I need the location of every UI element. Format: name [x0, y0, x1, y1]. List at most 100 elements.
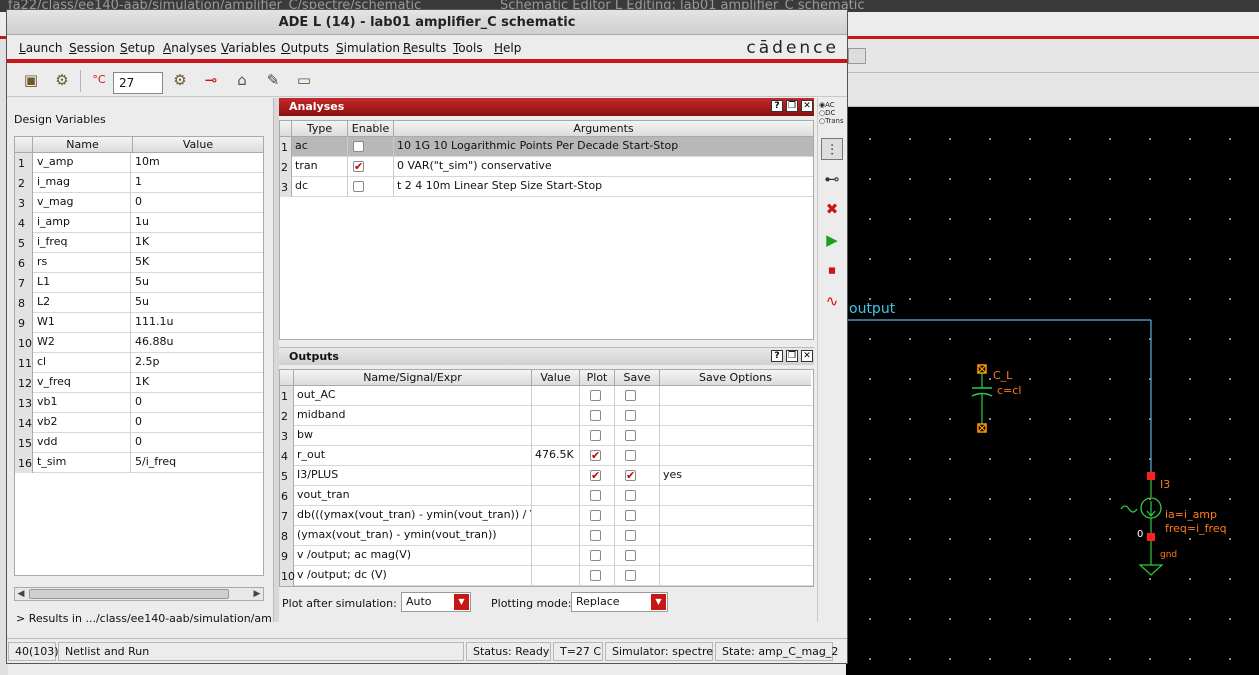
save-checkbox[interactable]: ✔ [625, 470, 636, 481]
plot-after-select[interactable]: Auto ▼ [401, 592, 471, 612]
plot-checkbox[interactable]: ✔ [590, 450, 601, 461]
table-row[interactable]: 2 midband [280, 406, 813, 426]
output-name[interactable]: r_out [294, 446, 532, 466]
header-save[interactable]: Save [615, 370, 660, 386]
table-row[interactable]: 4 r_out 476.5K ✔ [280, 446, 813, 466]
variable-value[interactable]: 1 [135, 173, 263, 193]
scroll-left-icon[interactable]: ◀ [15, 588, 27, 600]
variable-name[interactable]: W1 [37, 313, 131, 333]
menu-launch[interactable]: Launch [19, 41, 62, 55]
save-options[interactable] [660, 406, 811, 426]
table-row[interactable]: 1 ac 10 1G 10 Logarithmic Points Per Decad… [280, 137, 813, 157]
save-options[interactable] [660, 386, 811, 406]
edit-icon[interactable]: ✎ [263, 70, 283, 90]
variable-name[interactable]: t_sim [37, 453, 131, 473]
output-name[interactable]: I3/PLUS [294, 466, 532, 486]
tune-icon[interactable]: ⫶ [821, 138, 843, 160]
save-options[interactable] [660, 446, 811, 466]
menu-session[interactable]: Session [69, 41, 115, 55]
header-type[interactable]: Type [292, 121, 348, 137]
analysis-type[interactable]: tran [292, 157, 348, 177]
plot-checkbox[interactable] [590, 390, 601, 401]
table-row[interactable]: 15 vdd 0 [15, 433, 263, 453]
header-name-signal-expr[interactable]: Name/Signal/Expr [294, 370, 532, 386]
variable-name[interactable]: W2 [37, 333, 131, 353]
header-value[interactable]: Value [532, 370, 580, 386]
table-row[interactable]: 2 i_mag 1 [15, 173, 263, 193]
table-row[interactable]: 14 vb2 0 [15, 413, 263, 433]
output-name[interactable]: v /output; dc (V) [294, 566, 532, 586]
scrollbar-thumb[interactable] [29, 589, 229, 599]
output-name[interactable]: midband [294, 406, 532, 426]
help-icon[interactable]: ? [771, 100, 783, 112]
analysis-arguments[interactable]: 10 1G 10 Logarithmic Points Per Decade S… [394, 137, 813, 157]
output-name[interactable]: v /output; ac mag(V) [294, 546, 532, 566]
table-row[interactable]: 4 i_amp 1u [15, 213, 263, 233]
menu-outputs[interactable]: Outputs [281, 41, 329, 55]
table-row[interactable]: 5 i_freq 1K [15, 233, 263, 253]
analysis-type[interactable]: dc [292, 177, 348, 197]
variable-name[interactable]: i_amp [37, 213, 131, 233]
close-icon[interactable]: ✕ [801, 100, 813, 112]
float-icon[interactable]: ❐ [786, 100, 798, 112]
header-enable[interactable]: Enable [348, 121, 394, 137]
output-name[interactable]: db(((ymax(vout_tran) - ymin(vout_tran)) … [294, 506, 532, 526]
plot-checkbox[interactable] [590, 430, 601, 441]
analysis-arguments[interactable]: 0 VAR("t_sim") conservative [394, 157, 813, 177]
save-options[interactable] [660, 566, 811, 586]
save-options[interactable]: yes [660, 466, 811, 486]
variable-value[interactable]: 5K [135, 253, 263, 273]
close-icon[interactable]: ✕ [801, 350, 813, 362]
plot-checkbox[interactable] [590, 570, 601, 581]
table-row[interactable]: 11 cl 2.5p [15, 353, 263, 373]
plot-checkbox[interactable] [590, 530, 601, 541]
save-options[interactable] [660, 426, 811, 446]
menu-variables[interactable]: Variables [221, 41, 276, 55]
header-save-options[interactable]: Save Options [660, 370, 811, 386]
save-checkbox[interactable] [625, 450, 636, 461]
save-checkbox[interactable] [625, 410, 636, 421]
variable-value[interactable]: 1K [135, 373, 263, 393]
variable-name[interactable]: L1 [37, 273, 131, 293]
stop-icon[interactable]: ⏹ [821, 259, 843, 281]
analysis-arguments[interactable]: t 2 4 10m Linear Step Size Start-Stop [394, 177, 813, 197]
variable-name[interactable]: v_amp [37, 153, 131, 173]
variable-value[interactable]: 0 [135, 413, 263, 433]
save-checkbox[interactable] [625, 390, 636, 401]
table-row[interactable]: 3 dc t 2 4 10m Linear Step Size Start-Stop [280, 177, 813, 197]
table-row[interactable]: 8 L2 5u [15, 293, 263, 313]
table-row[interactable]: 6 rs 5K [15, 253, 263, 273]
float-icon[interactable]: ❐ [786, 350, 798, 362]
plot-checkbox[interactable] [590, 410, 601, 421]
stimuli-icon[interactable]: ⊸ [201, 70, 221, 90]
save-checkbox[interactable] [625, 430, 636, 441]
table-row[interactable]: 7 L1 5u [15, 273, 263, 293]
header-value[interactable]: Value [133, 137, 263, 153]
variable-name[interactable]: vdd [37, 433, 131, 453]
variable-name[interactable]: L2 [37, 293, 131, 313]
plot-waveform-icon[interactable]: ∿ [821, 290, 843, 312]
save-options[interactable] [660, 546, 811, 566]
table-row[interactable]: 1 v_amp 10m [15, 153, 263, 173]
menu-help[interactable]: Help [494, 41, 521, 55]
menu-results[interactable]: Results [403, 41, 446, 55]
netlist-icon[interactable]: ⊷ [821, 168, 843, 190]
run-icon[interactable]: ▶ [821, 229, 843, 251]
variable-value[interactable]: 46.88u [135, 333, 263, 353]
save-checkbox[interactable] [625, 490, 636, 501]
variable-name[interactable]: v_mag [37, 193, 131, 213]
header-arguments[interactable]: Arguments [394, 121, 813, 137]
enable-checkbox[interactable] [353, 141, 364, 152]
plot-checkbox[interactable] [590, 550, 601, 561]
open-folder-icon[interactable]: ▭ [294, 70, 314, 90]
variable-value[interactable]: 1u [135, 213, 263, 233]
table-row[interactable]: 9 W1 111.1u [15, 313, 263, 333]
menu-setup[interactable]: Setup [120, 41, 155, 55]
save-checkbox[interactable] [625, 570, 636, 581]
output-name[interactable]: (ymax(vout_tran) - ymin(vout_tran)) [294, 526, 532, 546]
variable-name[interactable]: v_freq [37, 373, 131, 393]
table-row[interactable]: 10 W2 46.88u [15, 333, 263, 353]
menu-analyses[interactable]: Analyses [163, 41, 217, 55]
enable-checkbox[interactable]: ✔ [353, 161, 364, 172]
save-state-icon[interactable]: ⚙ [52, 70, 72, 90]
